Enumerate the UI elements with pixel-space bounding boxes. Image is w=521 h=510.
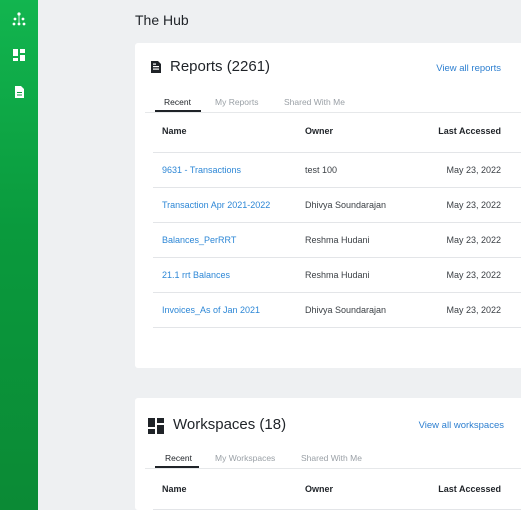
report-name-link[interactable]: Invoices_As of Jan 2021 [162, 305, 260, 315]
column-last-accessed[interactable]: Last Accessed [438, 126, 501, 136]
row-divider [153, 152, 521, 153]
report-last-accessed: May 23, 2022 [446, 165, 501, 175]
tab-recent[interactable]: Recent [165, 453, 192, 463]
report-last-accessed: May 23, 2022 [446, 235, 501, 245]
view-all-reports-link[interactable]: View all reports [436, 63, 501, 74]
tab-divider [145, 468, 521, 469]
report-name-link[interactable]: 9631 - Transactions [162, 165, 241, 175]
report-owner: Dhivya Soundarajan [305, 305, 387, 315]
report-last-accessed: May 23, 2022 [446, 270, 501, 280]
workspaces-title: Workspaces (18) [173, 416, 287, 433]
tab-shared-with-me[interactable]: Shared With Me [301, 453, 362, 463]
row-divider [153, 327, 521, 328]
reports-title: Reports (2261) [170, 58, 271, 75]
workspaces-card: Workspaces (18) View all workspaces Rece… [135, 398, 521, 510]
report-name-link[interactable]: 21.1 rrt Balances [162, 270, 230, 280]
column-owner[interactable]: Owner [305, 126, 333, 136]
column-last-accessed[interactable]: Last Accessed [438, 484, 501, 494]
report-name-link[interactable]: Transaction Apr 2021-2022 [162, 200, 270, 210]
document-icon [149, 60, 163, 74]
tab-recent[interactable]: Recent [164, 97, 191, 107]
report-owner: Reshma Hudani [305, 235, 370, 245]
hub-network-icon[interactable] [11, 11, 27, 27]
report-owner: Reshma Hudani [305, 270, 370, 280]
column-owner[interactable]: Owner [305, 484, 333, 494]
row-divider [153, 222, 521, 223]
tab-divider [145, 112, 521, 113]
tab-shared-with-me[interactable]: Shared With Me [284, 97, 345, 107]
row-divider [153, 257, 521, 258]
row-divider [153, 187, 521, 188]
row-divider [153, 292, 521, 293]
view-all-workspaces-link[interactable]: View all workspaces [419, 420, 504, 431]
column-name[interactable]: Name [162, 126, 187, 136]
tab-my-reports[interactable]: My Reports [215, 97, 258, 107]
tab-my-workspaces[interactable]: My Workspaces [215, 453, 275, 463]
workspace-grid-icon [148, 418, 164, 434]
reports-card: Reports (2261) View all reports Recent M… [135, 43, 521, 368]
report-document-icon[interactable] [11, 84, 27, 100]
report-last-accessed: May 23, 2022 [446, 200, 501, 210]
dashboard-icon[interactable] [11, 47, 27, 63]
sidebar [0, 0, 38, 510]
report-owner: Dhivya Soundarajan [305, 200, 387, 210]
report-name-link[interactable]: Balances_PerRRT [162, 235, 236, 245]
report-owner: test 100 [305, 165, 338, 175]
column-name[interactable]: Name [162, 484, 187, 494]
report-last-accessed: May 23, 2022 [446, 305, 501, 315]
page-title: The Hub [135, 12, 189, 28]
